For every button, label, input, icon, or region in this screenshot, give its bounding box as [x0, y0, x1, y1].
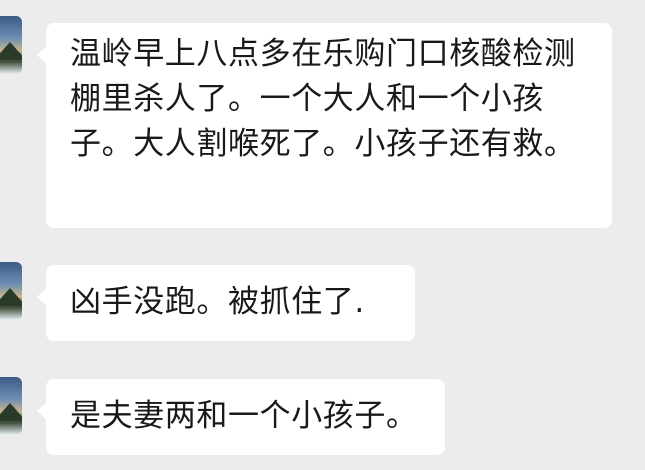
- message-text: 温岭早上八点多在乐购门口核酸检测棚里杀人了。一个大人和一个小孩子。大人割喉死了。…: [70, 36, 576, 162]
- message-bubble[interactable]: 是夫妻两和一个小孩子。: [37, 379, 445, 455]
- avatar[interactable]: [0, 262, 22, 320]
- landscape-icon: [0, 42, 22, 60]
- message-text: 是夫妻两和一个小孩子。: [70, 398, 418, 434]
- avatar[interactable]: [0, 377, 22, 435]
- landscape-icon: [0, 288, 22, 306]
- message-bubble[interactable]: 凶手没跑。被抓住了.: [37, 265, 415, 341]
- message-text: 凶手没跑。被抓住了.: [70, 284, 365, 320]
- landscape-icon: [0, 403, 22, 421]
- chat-conversation: 温岭早上八点多在乐购门口核酸检测棚里杀人了。一个大人和一个小孩子。大人割喉死了。…: [0, 0, 645, 470]
- avatar[interactable]: [0, 16, 22, 74]
- message-bubble[interactable]: 温岭早上八点多在乐购门口核酸检测棚里杀人了。一个大人和一个小孩子。大人割喉死了。…: [37, 23, 612, 228]
